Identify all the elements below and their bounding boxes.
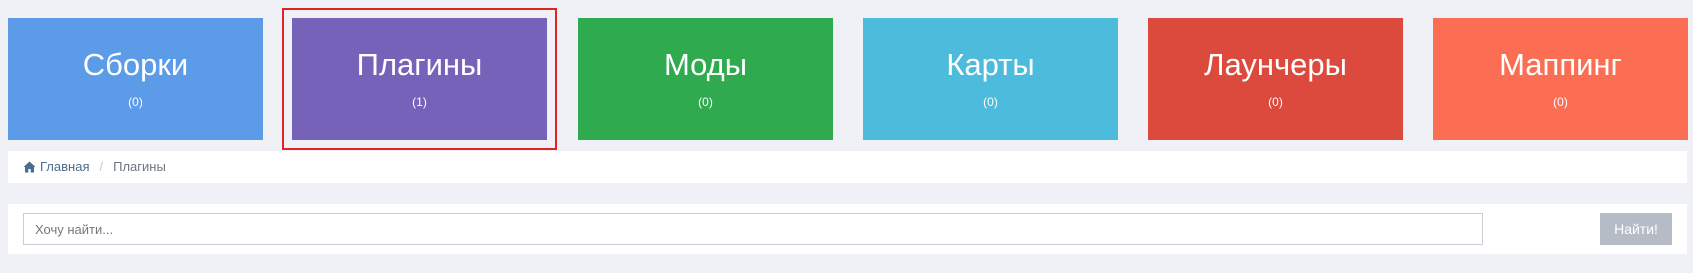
tile-count: (0) bbox=[698, 95, 713, 109]
tile-title: Моды bbox=[663, 47, 748, 82]
breadcrumb-home-link[interactable]: Главная bbox=[23, 151, 89, 183]
tile-mapping[interactable]: Маппинг (0) bbox=[1433, 18, 1688, 140]
tile-title: Карты bbox=[946, 47, 1035, 82]
home-icon bbox=[23, 161, 36, 173]
search-input[interactable] bbox=[23, 213, 1483, 245]
tile-plugins[interactable]: Плагины (1) bbox=[282, 8, 557, 150]
search-button[interactable]: Найти! bbox=[1600, 213, 1672, 245]
tile-maps[interactable]: Карты (0) bbox=[863, 18, 1118, 140]
tile-title: Сборки bbox=[82, 47, 189, 82]
tile-title: Лаунчеры bbox=[1204, 47, 1347, 82]
tile-count: (0) bbox=[983, 95, 998, 109]
tile-title: Плагины bbox=[356, 47, 483, 82]
tile-mods[interactable]: Моды (0) bbox=[578, 18, 833, 140]
breadcrumb-current: Плагины bbox=[113, 159, 166, 174]
tile-count: (0) bbox=[128, 95, 143, 109]
tile-launchers[interactable]: Лаунчеры (0) bbox=[1148, 18, 1403, 140]
tile-count: (1) bbox=[412, 95, 427, 109]
category-tiles: Сборки (0) Плагины (1) Моды (0) Карты (0… bbox=[8, 8, 1693, 150]
breadcrumb-home-label: Главная bbox=[40, 159, 90, 174]
breadcrumb: Главная / Плагины bbox=[8, 151, 1687, 183]
tile-count: (0) bbox=[1268, 95, 1283, 109]
tile-title: Маппинг bbox=[1499, 47, 1622, 82]
tile-count: (0) bbox=[1553, 95, 1568, 109]
breadcrumb-separator: / bbox=[99, 159, 104, 174]
tile-builds[interactable]: Сборки (0) bbox=[8, 18, 263, 140]
search-panel: Найти! bbox=[8, 204, 1687, 254]
